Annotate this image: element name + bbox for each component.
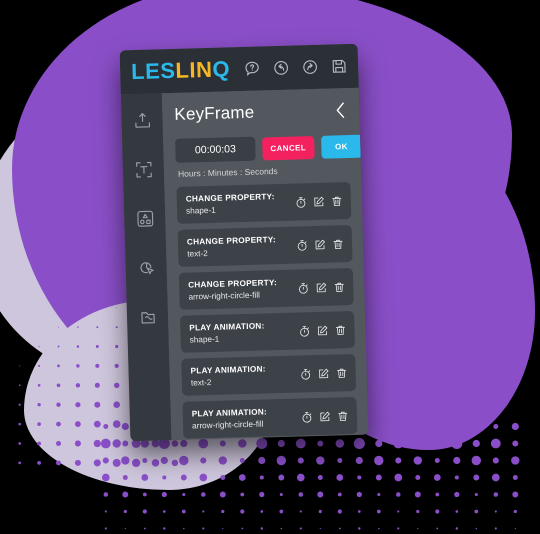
keyframe-row-actions — [300, 367, 348, 380]
keyframe-type: CHANGE PROPERTY: — [186, 235, 276, 248]
time-controls: CANCEL OK — [175, 134, 363, 163]
edit-icon[interactable] — [315, 282, 327, 294]
keyframe-target: shape-1 — [189, 335, 220, 346]
timer-icon[interactable] — [298, 325, 310, 337]
keyframe-type: PLAY ANIMATION: — [191, 407, 268, 419]
page-root: LES LIN Q KeyFrame 00:00:03 CANCEL OK Ho… — [0, 0, 540, 534]
edit-icon[interactable] — [319, 411, 331, 423]
app-topbar: LES LIN Q — [119, 43, 359, 95]
keyframe-labels: PLAY ANIMATION: arrow-right-circle-fill — [192, 408, 268, 431]
sidebar-item-interaction[interactable] — [136, 257, 157, 278]
sidebar-item-media[interactable] — [137, 306, 158, 327]
trash-icon[interactable] — [334, 324, 346, 336]
keyframe-type: CHANGE PROPERTY: — [188, 278, 278, 291]
save-icon[interactable] — [331, 58, 347, 74]
panel-header: KeyFrame — [174, 99, 349, 126]
timer-icon[interactable] — [300, 368, 312, 380]
keyframe-target: arrow-right-circle-fill — [188, 291, 261, 303]
keyframe-target: arrow-right-circle-fill — [191, 419, 264, 431]
keyframe-row-actions — [298, 324, 346, 337]
keyframe-type: PLAY ANIMATION: — [190, 364, 266, 377]
list-item[interactable]: CHANGE PROPERTY: arrow-right-circle-fill — [178, 268, 354, 311]
timer-icon[interactable] — [297, 282, 309, 294]
logo-text-les: LES — [130, 57, 176, 85]
keyframe-type: CHANGE PROPERTY: — [185, 192, 275, 205]
logo-text-q: Q — [212, 56, 231, 82]
edit-icon[interactable] — [316, 325, 328, 337]
sidebar-item-text[interactable] — [133, 160, 154, 181]
topbar-icon-group — [244, 58, 347, 77]
ok-button[interactable]: OK — [320, 134, 363, 159]
keyframe-row-actions — [301, 410, 349, 423]
edit-icon[interactable] — [314, 239, 326, 251]
keyframe-list: CHANGE PROPERTY: shape-1 CHANGE PROPERTY… — [176, 182, 358, 440]
trash-icon[interactable] — [333, 281, 345, 293]
help-icon[interactable] — [244, 60, 260, 76]
keyframe-labels: PLAY ANIMATION: shape-1 — [189, 322, 265, 345]
app-logo: LES LIN Q — [130, 56, 231, 85]
trash-icon[interactable] — [332, 238, 344, 250]
undo-icon[interactable] — [273, 60, 289, 76]
timer-icon[interactable] — [301, 411, 313, 423]
back-chevron-icon[interactable] — [332, 99, 349, 121]
keyframe-target: text-2 — [190, 378, 212, 389]
list-item[interactable]: PLAY ANIMATION: shape-1 — [180, 311, 356, 354]
sidebar-item-upload[interactable] — [132, 111, 153, 132]
keyframe-labels: PLAY ANIMATION: text-2 — [190, 365, 266, 388]
list-item[interactable]: PLAY ANIMATION: text-2 — [181, 354, 357, 397]
keyframe-time-input[interactable] — [175, 136, 256, 163]
page-title: KeyFrame — [174, 102, 255, 124]
redo-icon[interactable] — [302, 59, 318, 75]
trash-icon[interactable] — [336, 367, 348, 379]
list-item[interactable]: CHANGE PROPERTY: shape-1 — [176, 182, 352, 225]
edit-icon[interactable] — [318, 368, 330, 380]
list-item[interactable]: CHANGE PROPERTY: text-2 — [177, 225, 353, 268]
app-window: LES LIN Q KeyFrame 00:00:03 CANCEL OK Ho… — [119, 43, 369, 442]
timer-icon[interactable] — [295, 196, 307, 208]
logo-text-lin: LIN — [175, 56, 213, 83]
keyframe-panel: KeyFrame CANCEL OK Hours : Minutes : Sec… — [161, 87, 369, 441]
cancel-button[interactable]: CANCEL — [262, 135, 315, 160]
sidebar-item-shapes[interactable] — [135, 208, 156, 229]
list-item[interactable]: PLAY ANIMATION: arrow-right-circle-fill — [182, 397, 358, 440]
app-body: KeyFrame CANCEL OK Hours : Minutes : Sec… — [120, 87, 369, 442]
keyframe-labels: CHANGE PROPERTY: arrow-right-circle-fill — [188, 279, 277, 302]
trash-icon[interactable] — [331, 195, 343, 207]
keyframe-row-actions — [295, 195, 343, 208]
time-format-hint: Hours : Minutes : Seconds — [177, 166, 278, 179]
keyframe-row-actions — [297, 281, 345, 294]
keyframe-labels: CHANGE PROPERTY: shape-1 — [186, 193, 275, 216]
edit-icon[interactable] — [313, 196, 325, 208]
keyframe-row-actions — [296, 238, 344, 251]
trash-icon[interactable] — [337, 410, 349, 422]
keyframe-target: text-2 — [187, 249, 208, 260]
keyframe-target: shape-1 — [185, 206, 216, 217]
keyframe-labels: CHANGE PROPERTY: text-2 — [187, 236, 276, 259]
keyframe-type: PLAY ANIMATION: — [189, 321, 265, 334]
timer-icon[interactable] — [296, 239, 308, 251]
